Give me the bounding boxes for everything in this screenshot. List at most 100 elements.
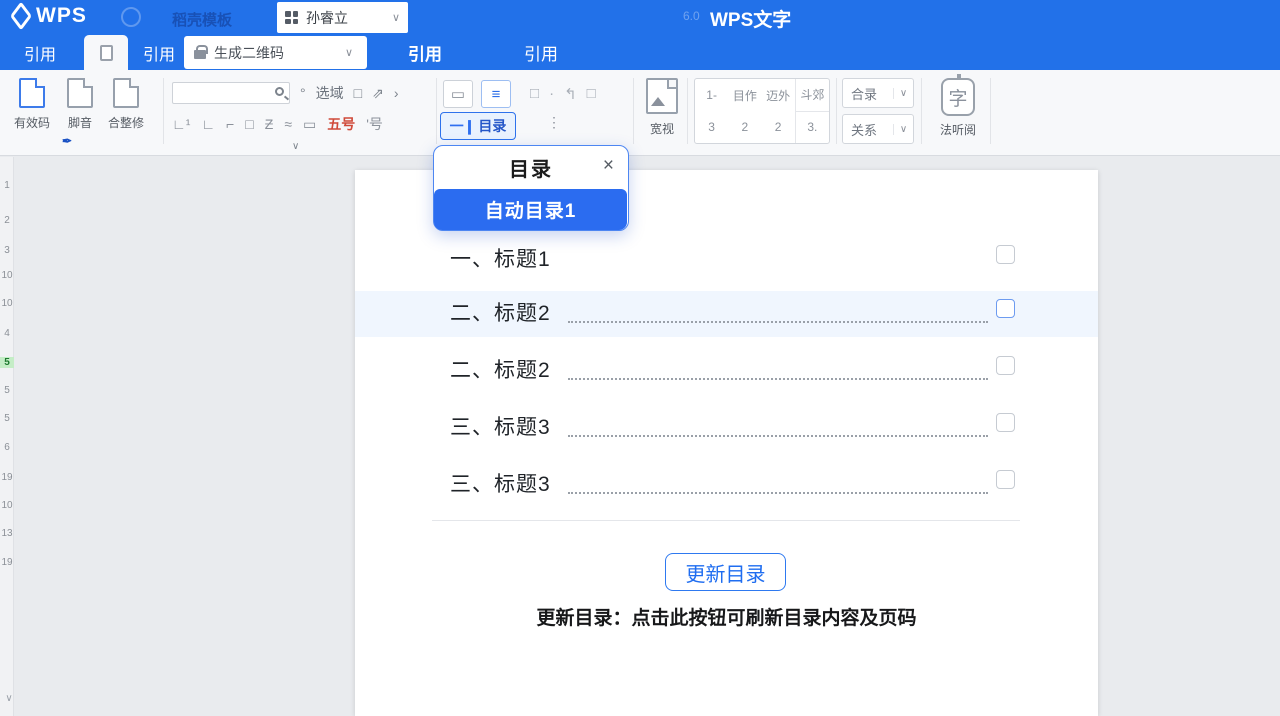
insert-icon-2[interactable]: ·: [549, 85, 554, 103]
ribbon-icon-row: □ · ↰ □: [530, 85, 596, 103]
tab-dropdown[interactable]: 生成二维码 ∨: [184, 36, 367, 69]
levels-cell: 2: [728, 111, 761, 143]
grid-icon: [285, 11, 298, 24]
toc-entry-checkbox[interactable]: [996, 413, 1015, 432]
document-page: 一、标题1 二、标题2 二、标题2 三、标题3 三、标题3 更新目录 更新目录：…: [355, 170, 1098, 716]
ruler-number: 10: [0, 270, 14, 281]
dot-leader: [568, 321, 988, 323]
dot-leader: [568, 492, 988, 494]
format-icon-2[interactable]: ∟: [201, 116, 215, 132]
toc-entry-row[interactable]: 二、标题2: [355, 354, 1098, 390]
field-label[interactable]: 选域: [316, 83, 344, 103]
ruler-number: 5: [0, 385, 14, 396]
ribbon-button-3[interactable]: 合整修: [102, 78, 150, 131]
toc-entry-row[interactable]: 二、标题2: [355, 297, 1098, 333]
levels-cell: 3: [695, 111, 728, 143]
ruler-number: 6: [0, 442, 14, 453]
index-dropdown-2[interactable]: 关系 ∨: [842, 114, 914, 144]
tab-dropdown-label: 生成二维码: [214, 43, 337, 63]
format-icon-7[interactable]: ▭: [303, 116, 316, 133]
format-icon-4[interactable]: □: [245, 116, 253, 132]
toc-entry-row[interactable]: 三、标题3: [355, 411, 1098, 447]
tab-reference-3[interactable]: 引用: [396, 35, 454, 70]
auto-toc-option[interactable]: 自动目录1: [434, 189, 627, 230]
insert-icon-1[interactable]: □: [530, 85, 539, 103]
tab-document[interactable]: [84, 35, 128, 70]
search-input[interactable]: [172, 82, 290, 104]
ruler-number: 4: [0, 328, 14, 339]
ribbon-button-label: 有效码: [14, 114, 50, 131]
format-icon-6[interactable]: ≈: [284, 116, 292, 132]
layout-button-2[interactable]: ≡: [481, 80, 511, 108]
read-aloud-button[interactable]: 字 法听阅: [934, 78, 982, 138]
chevron-down-icon: ∨: [345, 46, 353, 59]
wps-logo-text: WPS: [36, 4, 87, 28]
more-options-icon[interactable]: ⋮: [547, 114, 561, 131]
ribbon-button-label: 脚音: [68, 114, 92, 131]
layout-icon: ▭: [451, 85, 465, 103]
format-icon-5[interactable]: Ƶ: [265, 116, 274, 132]
wps-logo-icon: [10, 1, 32, 30]
caption-button[interactable]: 宽视: [640, 78, 684, 137]
toc-entry-row[interactable]: 三、标题3: [355, 468, 1098, 504]
insert-icon-4[interactable]: □: [587, 85, 596, 103]
update-toc-hint: 更新目录：点击此按钮可刷新目录内容及页码: [355, 603, 1098, 630]
wps-logo[interactable]: WPS: [12, 4, 87, 28]
toc-entry-checkbox[interactable]: [996, 470, 1015, 489]
separator: [436, 78, 437, 144]
insert-icon-3[interactable]: ↰: [564, 85, 577, 103]
ribbon-button-2[interactable]: 脚音: [56, 78, 104, 131]
tab-reference-1[interactable]: 引用: [8, 35, 72, 70]
toc-entry-checkbox[interactable]: [996, 245, 1015, 264]
ruler-number: 3: [0, 245, 14, 256]
ruler-number: 10: [0, 298, 14, 309]
chevron-down-icon: ∨: [893, 88, 913, 99]
chevron-down-icon: ∨: [893, 124, 913, 135]
ruler-number: 2: [0, 215, 14, 226]
flag-icon: ✒: [62, 134, 72, 148]
index-dropdown-1[interactable]: 合录 ∨: [842, 78, 914, 108]
titlebar-faint-label[interactable]: 稻壳模板: [172, 9, 232, 30]
ribbon-button-label: 合整修: [108, 114, 144, 131]
group-expand-icon[interactable]: ∨: [292, 141, 299, 152]
toc-entry-text: 二、标题2: [450, 297, 551, 327]
toc-entry-checkbox[interactable]: [996, 356, 1015, 375]
app-title: WPS文字: [710, 5, 791, 32]
tab-reference-4[interactable]: 引用: [512, 35, 570, 70]
ruler-number: 13: [0, 528, 14, 539]
user-dropdown[interactable]: 孙睿立 ∨: [277, 2, 408, 33]
format-icon-1[interactable]: ∟¹: [172, 116, 190, 132]
member-badge-icon[interactable]: [121, 7, 141, 27]
toc-entry-row[interactable]: 一、标题1: [355, 243, 1098, 279]
dropdown-label: 关系: [843, 120, 893, 139]
toc-entry-checkbox[interactable]: [996, 299, 1015, 318]
update-toc-button[interactable]: 更新目录: [665, 553, 786, 591]
document-icon: [100, 45, 113, 61]
search-icon: [275, 87, 284, 96]
ribbon-button-1[interactable]: 有效码: [8, 78, 56, 131]
ribbon-format-row: ∟¹ ∟ ⌐ □ Ƶ ≈ ▭ 五号 '号: [172, 114, 383, 134]
read-aloud-label: 法听阅: [940, 121, 976, 138]
layout-button-1[interactable]: ▭: [443, 80, 473, 108]
toc-button[interactable]: 一❙ 目录: [440, 112, 516, 140]
more-icon[interactable]: ›: [394, 85, 399, 101]
comment-icon[interactable]: □: [354, 85, 362, 101]
wps-writer-window: WPS 稻壳模板 孙睿立 ∨ 6.0 WPS文字 引用 引用 生成二维码 ∨ 引…: [0, 0, 1280, 716]
page-icon: [67, 78, 93, 108]
format-icon-3[interactable]: ⌐: [226, 116, 234, 132]
toc-levels-widget[interactable]: 1- 3 目作 2 迈外 2 斗郊 3.: [694, 78, 830, 144]
ribbon-toolbar: 有效码 脚音 合整修 ✒ ° 选域 □ ⇗ › ∟¹ ∟ ⌐ □ Ƶ ≈: [0, 70, 1280, 156]
tab-reference-2[interactable]: 引用: [131, 35, 187, 70]
levels-cell: 迈外: [762, 79, 795, 111]
levels-cell: 斗郊: [796, 79, 829, 112]
app-title-ghost: 6.0: [683, 9, 700, 23]
ruler-number: 5: [0, 413, 14, 424]
levels-cell: 目作: [728, 79, 761, 111]
separator: [633, 78, 634, 144]
font-size-label[interactable]: 五号: [327, 114, 355, 134]
close-icon[interactable]: ×: [603, 156, 614, 175]
toc-popup: 目录 × 自动目录1: [433, 145, 629, 231]
share-icon[interactable]: ⇗: [372, 85, 384, 102]
chevron-down-icon: ∨: [392, 11, 400, 24]
section-divider: [432, 520, 1020, 521]
